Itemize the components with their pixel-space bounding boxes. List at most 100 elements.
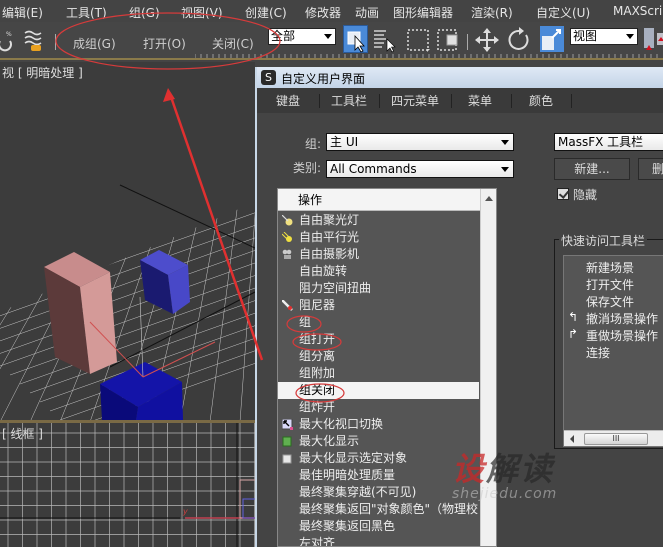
reference-coord-select[interactable]: 视图	[570, 28, 638, 45]
menu-bar: 编辑(E) 工具(T) 组(G) 视图(V) 创建(C) 修改器 动画 图形编辑…	[0, 0, 663, 22]
perspective-viewport[interactable]: 视 [ 明暗处理 ]	[0, 62, 255, 420]
close-button[interactable]: 关闭(C)	[212, 35, 254, 52]
action-list-item[interactable]: 阻力空间扭曲	[278, 280, 479, 297]
tab-quad-menus[interactable]: 四元菜单	[391, 92, 439, 109]
category-label: 类别:	[292, 161, 321, 175]
window-crossing-icon[interactable]	[435, 27, 461, 53]
scroll-up-icon[interactable]	[485, 196, 493, 201]
dialog-title: 自定义用户界面	[281, 72, 366, 86]
selection-filter-select[interactable]: 全部	[268, 28, 336, 45]
pivot-icon[interactable]	[643, 27, 655, 53]
action-list-item[interactable]: 自由摄影机	[278, 246, 479, 263]
quick-access-item[interactable]: 打开文件	[586, 276, 634, 293]
action-list-item[interactable]: 最终聚集返回黑色	[278, 518, 479, 535]
action-list-item-label: 最佳明暗处理质量	[299, 468, 396, 482]
action-list-item-label: 组附加	[299, 366, 336, 380]
tab-menus[interactable]: 菜单	[468, 92, 492, 109]
quick-access-hscrollbar[interactable]: III	[564, 430, 663, 446]
action-list-item[interactable]: 最大化显示	[278, 433, 479, 450]
action-list-item[interactable]: 阻尼器	[278, 297, 479, 314]
grid-line	[180, 201, 221, 420]
action-list-item[interactable]: 自由平行光	[278, 229, 479, 246]
tab-keyboard[interactable]: 键盘	[276, 92, 300, 109]
menu-edit[interactable]: 编辑(E)	[2, 4, 43, 21]
action-list-item[interactable]: 最终聚集返回"对象颜色"（物理校…	[278, 501, 479, 518]
action-list-item[interactable]: 左对齐	[278, 535, 479, 546]
action-list[interactable]: 操作 自由聚光灯 自由平行光自由摄影机 自由旋转阻力空间扭曲 阻尼器组组打开 组分离组附…	[277, 188, 497, 547]
menu-rendering[interactable]: 渲染(R)	[471, 4, 513, 21]
menu-create[interactable]: 创建(C)	[245, 4, 287, 21]
delete-toolbar-button[interactable]: 删	[638, 158, 663, 180]
select-object-button[interactable]	[343, 25, 368, 53]
menu-tools[interactable]: 工具(T)	[66, 4, 107, 21]
rectangular-selection-icon[interactable]	[405, 27, 431, 53]
scroll-left-icon[interactable]	[570, 435, 574, 443]
group-button[interactable]: 成组(G)	[73, 35, 116, 52]
tab-colors[interactable]: 颜色	[529, 92, 553, 109]
menu-graph-editors[interactable]: 图形编辑器	[393, 4, 453, 21]
reference-coord-value: 视图	[573, 29, 598, 43]
move-icon[interactable]	[474, 27, 500, 53]
rotate-icon[interactable]	[506, 27, 532, 53]
quick-access-item[interactable]: 新建场景	[586, 259, 634, 276]
gizmo-x-axis	[142, 341, 216, 378]
menu-group[interactable]: 组(G)	[129, 4, 160, 21]
action-list-item-label: 阻尼器	[299, 298, 336, 312]
dialog-titlebar[interactable]: S 自定义用户界面	[257, 67, 663, 88]
action-list-scrollbar[interactable]	[480, 189, 496, 546]
menu-views[interactable]: 视图(V)	[181, 4, 223, 21]
action-list-header[interactable]: 操作	[278, 189, 496, 211]
category-select[interactable]: All Commands	[326, 160, 514, 178]
pivot-2-icon[interactable]	[656, 27, 663, 53]
quick-access-item[interactable]: 保存文件	[586, 293, 634, 310]
action-list-item[interactable]: 最终聚集穿越(不可见)	[278, 484, 479, 501]
action-list-item[interactable]: 最大化显示选定对象	[278, 450, 479, 467]
hide-checkbox[interactable]	[557, 188, 569, 200]
open-button[interactable]: 打开(O)	[143, 35, 186, 52]
action-list-item-label: 组	[299, 315, 312, 329]
action-list-item[interactable]: 自由聚光灯	[278, 212, 479, 229]
menu-customize[interactable]: 自定义(U)	[536, 4, 590, 21]
select-by-name-icon[interactable]	[372, 27, 398, 53]
unlink-icon[interactable]: %	[0, 27, 20, 53]
quick-access-item[interactable]: 重做场景操作	[586, 327, 658, 344]
viewport-scene	[0, 62, 255, 420]
action-list-item[interactable]: 组	[278, 314, 479, 331]
toolbar-select[interactable]: MassFX 工具栏	[554, 133, 663, 151]
wireframe-viewport[interactable]: y [ 线框 ]	[0, 420, 255, 547]
tab-separator	[319, 94, 320, 108]
action-list-item[interactable]: 组打开	[278, 331, 479, 348]
action-list-item[interactable]: 自由旋转	[278, 263, 479, 280]
quick-access-legend: 快速访问工具栏	[559, 232, 648, 249]
group-label: 组:	[304, 137, 321, 151]
action-list-item[interactable]: 最大化视口切换	[278, 416, 479, 433]
maximize-viewport-icon	[282, 419, 293, 430]
quick-access-item[interactable]: 撤消场景操作	[586, 310, 658, 327]
menu-maxscript[interactable]: MAXScri	[613, 4, 662, 18]
chevron-down-icon	[626, 34, 634, 39]
action-list-item[interactable]: 组附加	[278, 365, 479, 382]
quick-access-list[interactable]: 新建场景 打开文件 保存文件 ↰ 撤消场景操作 ↱ 重做场景操作 连接 III	[563, 255, 663, 447]
action-list-item[interactable]: 组关闭	[278, 382, 479, 399]
bind-space-warp-icon[interactable]	[22, 27, 48, 53]
action-list-item-label: 组分离	[299, 349, 336, 363]
menu-animation[interactable]: 动画	[355, 4, 379, 21]
group-select-value: 主 UI	[330, 135, 359, 149]
quick-access-item[interactable]: 连接	[586, 344, 610, 361]
menu-modifiers[interactable]: 修改器	[305, 4, 341, 21]
action-list-item-label: 自由平行光	[299, 230, 360, 244]
action-list-item[interactable]: 组分离	[278, 348, 479, 365]
perspective-viewport-label[interactable]: 视 [ 明暗处理 ]	[2, 64, 83, 81]
toolbar-separator	[467, 34, 468, 50]
wireframe-viewport-label[interactable]: [ 线框 ]	[2, 425, 43, 442]
category-select-value: All Commands	[330, 162, 417, 176]
tab-toolbars[interactable]: 工具栏	[331, 92, 367, 109]
new-toolbar-button[interactable]: 新建...	[554, 158, 630, 180]
action-list-item-label: 自由旋转	[299, 264, 348, 278]
scale-button[interactable]	[540, 26, 564, 52]
action-list-item[interactable]: 组炸开	[278, 399, 479, 416]
scroll-thumb[interactable]: III	[584, 433, 648, 445]
redo-icon: ↱	[568, 327, 579, 341]
action-list-item[interactable]: 最佳明暗处理质量	[278, 467, 479, 484]
group-select[interactable]: 主 UI	[326, 133, 514, 151]
